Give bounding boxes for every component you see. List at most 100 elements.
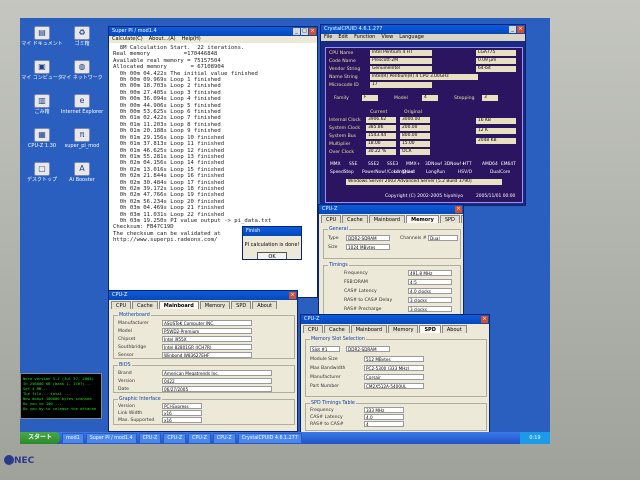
family-label: Stepping (454, 96, 475, 101)
tab-mainboard[interactable]: Mainboard (350, 325, 388, 333)
timing-label: CAS# Latency (344, 289, 377, 294)
tab-memory[interactable]: Memory (406, 215, 439, 223)
menu-item[interactable]: Help(H) (182, 36, 201, 42)
menu-item[interactable]: View (381, 34, 393, 40)
desktop-icon-item[interactable]: ◍ マイ ネットワーク (60, 60, 104, 81)
desktop-icon-label: ごみ箱 (34, 109, 50, 115)
tab-cache[interactable]: Cache (324, 325, 350, 333)
console-line: Do you by to release the attache (23, 406, 97, 411)
desktop-icon-label: マイ ネットワーク (61, 75, 103, 81)
close-icon[interactable]: × (309, 28, 316, 35)
close-icon[interactable]: × (517, 26, 524, 33)
motherboard-group: Motherboard Manufacturer ASUSTeK Computer… (113, 313, 295, 359)
tab-about[interactable]: About (460, 215, 463, 223)
close-icon[interactable]: × (481, 316, 488, 323)
menu-item[interactable]: Calculate(C) (112, 36, 143, 42)
desktop-icon-item[interactable]: A Ai Booster (60, 162, 104, 183)
clock-header: Original (404, 110, 422, 115)
feature-flag: LongHaul (394, 170, 415, 175)
taskbar-button[interactable]: CrystalCPUID 4.6.1.277 (237, 432, 302, 444)
spd-timings-title: SPD Timings Table (310, 401, 356, 407)
feature-flag: HSV/O (458, 170, 473, 175)
cpuid-row-value: Intel(R) Pentium(R) 4 CPU 3.00GHz (370, 74, 478, 80)
taskbar-button[interactable]: CPU-Z (163, 432, 187, 444)
desktop-icon-item[interactable]: ♻ ゴミ箱 (60, 26, 104, 47)
menu-item[interactable]: File (324, 34, 332, 40)
family-label: Model (394, 96, 408, 101)
tab-memory[interactable]: Memory (199, 301, 231, 309)
general-title: General (328, 227, 349, 233)
taskbar-button[interactable]: CPU-Z (212, 432, 236, 444)
taskbar-button[interactable]: CPU-Z (188, 432, 211, 444)
menu-item[interactable]: Function (354, 34, 375, 40)
start-button[interactable]: スタート (20, 432, 60, 444)
tab-cache[interactable]: Cache (132, 301, 158, 309)
motherboard-title: Motherboard (118, 313, 151, 319)
close-icon[interactable]: × (455, 206, 462, 213)
cpuz-mem-titlebar[interactable]: CPU-Z × (319, 205, 463, 214)
desktop-icon-item[interactable]: ▦ CPU-Z 1.30 (20, 128, 64, 149)
desktop-icon-item[interactable]: ▢ デスクトップ (20, 162, 64, 183)
slot-select[interactable]: Slot #1 (310, 346, 340, 352)
bios-group: BIOS Brand American Megatrends Inc. Versio… (113, 363, 295, 393)
tab-spd[interactable]: SPD (439, 215, 460, 223)
desktop-icon-item[interactable]: ▥ ごみ箱 (20, 94, 64, 115)
taskbar-button[interactable]: Super PI / mod1.4 (85, 432, 137, 444)
tab-spd[interactable]: SPD (231, 301, 252, 309)
tab-mainboard[interactable]: Mainboard (158, 301, 199, 309)
console-window[interactable]: Nero version 5.2 (Jul 27, 2004) In 256000… (20, 373, 102, 419)
feature-flag: DualCore (490, 170, 511, 175)
memory-slot-title: Memory Slot Selection (310, 337, 366, 343)
field-label: Max. Supported (118, 418, 155, 423)
tab-cpu[interactable]: CPU (303, 325, 324, 333)
os-info: Windows Server 2003 Advanced Server [5.2… (346, 179, 502, 185)
tab-memory[interactable]: Memory (388, 325, 419, 333)
desktop-icon-item[interactable]: ▤ マイ ドキュメント (20, 26, 64, 47)
menu-item[interactable]: Language (399, 34, 424, 40)
field-label: Manufacturer (118, 321, 149, 326)
tab-mainboard[interactable]: Mainboard (368, 215, 406, 223)
field-label: RAS# to CAS# (310, 422, 344, 427)
close-icon[interactable]: × (289, 292, 296, 299)
cpuz-spd-window[interactable]: CPU-Z × CPU Cache Mainboard Memory SPD About M… (300, 314, 490, 434)
finish-dialog[interactable]: Finish PI calculation is done! OK (242, 226, 302, 260)
field-value: 06/27/2005 (162, 386, 272, 392)
timing-label: RAS# to CAS# Delay (344, 298, 393, 303)
field-value: Winbond W83627EHF (162, 352, 252, 358)
minimize-icon[interactable]: _ (509, 26, 516, 33)
cpuz-spd-titlebar[interactable]: CPU-Z × (301, 315, 489, 324)
tab-about[interactable]: About (441, 325, 467, 333)
ok-button[interactable]: OK (257, 252, 287, 259)
cpuid-titlebar[interactable]: CrystalCPUID 4.6.1.277 _ × (321, 25, 525, 34)
crystalcpuid-window[interactable]: CrystalCPUID 4.6.1.277 _ × File Edit Functi… (320, 24, 526, 206)
cpuz-mb-tabs: CPU Cache Mainboard Memory SPD About (111, 301, 295, 309)
tab-cpu[interactable]: CPU (321, 215, 342, 223)
menu-item[interactable]: About...(A) (149, 36, 176, 42)
desktop-icon-label: マイ コンピュータ (21, 75, 63, 81)
tab-cache[interactable]: Cache (342, 215, 368, 223)
field-label: Max Bandwidth (310, 366, 346, 371)
tab-about[interactable]: About (252, 301, 277, 309)
taskbar-button[interactable]: CPU-Z (138, 432, 162, 444)
field-value: PC2-5300 (333 MHz) (364, 365, 424, 371)
feature-flag: 3DNow! (425, 162, 443, 167)
taskbar-button[interactable]: mod1 (62, 432, 84, 444)
clock-current: 385.86 (366, 125, 396, 131)
ie-icon: e (74, 94, 90, 108)
cpuid-side-value: 0.09 μm (476, 58, 516, 64)
cpuz-mb-titlebar[interactable]: CPU-Z × (109, 291, 297, 300)
clock-label: System Bus (329, 134, 357, 139)
cpuz-mainboard-window[interactable]: CPU-Z × CPU Cache Mainboard Memory SPD About M… (108, 290, 298, 432)
maximize-icon[interactable]: □ (301, 28, 308, 35)
menu-item[interactable]: Edit (338, 34, 348, 40)
desktop-icon-item[interactable]: π super_pi_mod (60, 128, 104, 149)
desktop-icon-item[interactable]: ▣ マイ コンピュータ (20, 60, 64, 81)
tab-cpu[interactable]: CPU (111, 301, 132, 309)
cpuid-side-value: LGA775 (476, 50, 516, 56)
minimize-icon[interactable]: _ (293, 28, 300, 35)
desktop-icon-item[interactable]: e Internet Explorer (60, 94, 104, 115)
cpuz-mem-title: CPU-Z (322, 206, 338, 212)
superpi-titlebar[interactable]: Super PI / mod1.4 _ □ × (109, 27, 317, 36)
tab-spd[interactable]: SPD (419, 325, 441, 333)
field-value: x16 (162, 410, 202, 416)
